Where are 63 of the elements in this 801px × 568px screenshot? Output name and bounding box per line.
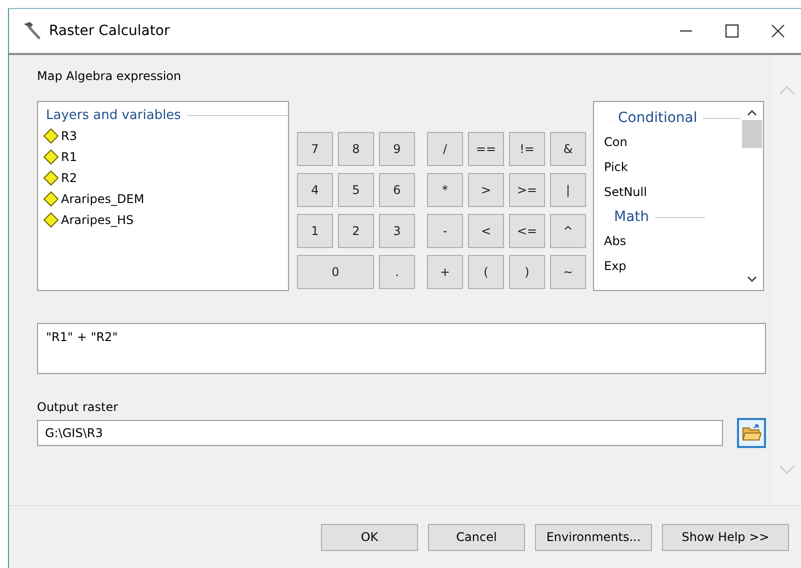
dialog-button[interactable]: Show Help >> [662, 524, 789, 550]
operator-button[interactable]: ( [468, 255, 504, 289]
key-button[interactable]: 9 [379, 132, 415, 166]
key-button[interactable]: 7 [297, 132, 333, 166]
scroll-up-icon[interactable] [747, 108, 757, 118]
group-heading: Conditional [618, 110, 698, 126]
key-button[interactable]: 5 [338, 173, 374, 207]
operator-button[interactable]: + [427, 255, 463, 289]
section-label: Map Algebra expression [37, 69, 182, 83]
list-item[interactable]: Araripes_HS [42, 209, 288, 230]
scroll-down-icon[interactable] [747, 274, 757, 284]
list-item[interactable]: R1 [42, 146, 288, 167]
operator-button[interactable]: >= [509, 173, 545, 207]
key-button[interactable]: 2 [338, 214, 374, 248]
chevron-up-icon [779, 85, 795, 95]
operator-button[interactable]: > [468, 173, 504, 207]
key-button[interactable]: 1 [297, 214, 333, 248]
list-item[interactable]: Con [604, 130, 741, 155]
browse-button[interactable] [737, 418, 766, 448]
list-item[interactable]: Araripes_DEM [42, 188, 288, 209]
operator-button[interactable]: != [509, 132, 545, 166]
list-item[interactable]: R2 [42, 167, 288, 188]
group-heading: Math [614, 209, 650, 225]
maximize-icon [725, 24, 739, 38]
chevron-down-icon [779, 465, 795, 475]
key-button[interactable]: 4 [297, 173, 333, 207]
operator-button[interactable]: <= [509, 214, 545, 248]
list-item[interactable]: Exp [604, 254, 741, 279]
key-button[interactable]: . [379, 255, 415, 289]
operator-button[interactable]: & [550, 132, 586, 166]
list-item[interactable]: Pick [604, 155, 741, 180]
diamond-icon [42, 148, 60, 166]
operator-button[interactable]: | [550, 173, 586, 207]
key-button[interactable]: 0 [297, 255, 374, 289]
dialog-button[interactable]: Cancel [428, 524, 525, 550]
list-item[interactable]: SetNull [604, 180, 741, 205]
operator-button[interactable]: < [468, 214, 504, 248]
operator-button[interactable]: ) [509, 255, 545, 289]
dialog-button[interactable]: Environments... [535, 524, 652, 550]
operator-button[interactable]: / [427, 132, 463, 166]
field-label: Output raster [37, 400, 120, 414]
key-button[interactable]: 3 [379, 214, 415, 248]
list-item[interactable]: Abs [604, 229, 741, 254]
dialog-button[interactable]: OK [321, 524, 418, 550]
diamond-icon [42, 210, 60, 228]
operator-button[interactable]: ~ [550, 255, 586, 289]
diamond-icon [42, 168, 60, 186]
scroll-thumb[interactable] [742, 120, 762, 148]
key-button[interactable]: 8 [338, 132, 374, 166]
operator-button[interactable]: ^ [550, 214, 586, 248]
operator-button[interactable]: == [468, 132, 504, 166]
operator-button[interactable]: - [427, 214, 463, 248]
diamond-icon [42, 126, 60, 144]
diamond-icon [42, 190, 60, 208]
group-heading: Layers and variables [46, 108, 181, 123]
window-title: Raster Calculator [49, 23, 171, 39]
expression-field[interactable]: "R1" + "R2" [37, 323, 766, 374]
key-button[interactable]: 6 [379, 173, 415, 207]
close-icon [771, 24, 785, 38]
folder-icon [742, 424, 762, 442]
output-field[interactable]: G:\GIS\R3 [37, 420, 723, 446]
operator-button[interactable]: * [427, 173, 463, 207]
list-item[interactable]: R3 [42, 125, 288, 146]
